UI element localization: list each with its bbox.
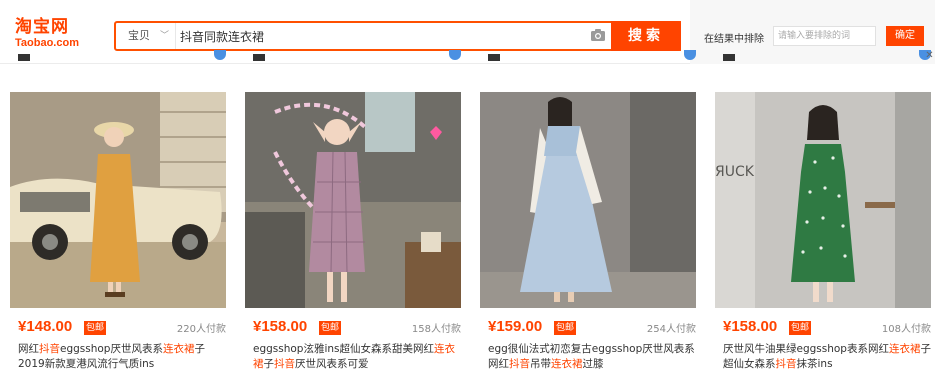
product-image[interactable] (10, 92, 226, 308)
exclude-confirm-button[interactable]: 确定 (886, 26, 924, 46)
title-text: 抹茶ins (796, 358, 833, 370)
sold-count: 108人付款 (881, 324, 931, 335)
product-card[interactable]: ¥148.00 包邮 220人付款 网红抖音eggsshop厌世风表系连衣裙子2… (10, 92, 226, 375)
product-title[interactable]: eggsshop泫雅ins超仙女森系甜美网红连衣裙子抖音厌世风表系可爱 (253, 342, 461, 372)
title-text: 网红 (18, 343, 39, 355)
logo-en: Taobao.com (15, 37, 79, 49)
title-text: 子 (263, 358, 275, 370)
product-title[interactable]: egg很仙法式初恋复古eggsshop厌世风表系网红抖音吊带连衣裙过膝 (488, 342, 696, 372)
close-icon[interactable]: ✕ (924, 50, 935, 61)
previous-row-strip (0, 50, 935, 64)
sold-count: 220人付款 (176, 324, 226, 335)
sold-count: 254人付款 (646, 324, 696, 335)
free-shipping-badge: 包邮 (84, 321, 107, 335)
title-highlight: 连衣 (434, 343, 456, 355)
product-card[interactable]: ЯUCK ¥158.00 包邮 108人付款 厌世风牛油果绿eggsshop表系… (715, 92, 931, 375)
prev-card-3 (480, 50, 696, 64)
title-text: eggsshop泫雅ins超仙女森系甜美网红 (253, 343, 435, 355)
title-text: 过膝 (582, 358, 604, 370)
search-input[interactable] (180, 25, 580, 47)
price: ¥159.00 (488, 318, 543, 335)
product-image[interactable] (245, 92, 461, 308)
exclude-label: 在结果中排除 (704, 34, 764, 45)
title-text: 厌世风表系可爱 (295, 358, 369, 370)
price-row: ¥158.00 包邮 158人付款 (253, 317, 461, 337)
product-image[interactable]: ЯUCK (715, 92, 931, 308)
price-row: ¥159.00 包邮 254人付款 (488, 317, 696, 337)
title-text: 厌世风牛油果绿eggsshop表系网红 (723, 343, 889, 355)
search-box: 宝贝 ﹀ (114, 21, 681, 51)
product-card[interactable]: ¥159.00 包邮 254人付款 egg很仙法式初恋复古eggsshop厌世风… (480, 92, 696, 375)
product-card[interactable]: ¥158.00 包邮 158人付款 eggsshop泫雅ins超仙女森系甜美网红… (245, 92, 461, 375)
search-category-label: 宝贝 (128, 29, 150, 42)
svg-text:ЯUCK: ЯUCK (715, 164, 755, 180)
title-highlight: 连衣裙 (551, 358, 583, 370)
title-highlight: 抖音 (509, 358, 530, 370)
product-title[interactable]: 厌世风牛油果绿eggsshop表系网红连衣裙子超仙女森系抖音抹茶ins (723, 342, 931, 372)
price-row: ¥158.00 包邮 108人付款 (723, 317, 931, 337)
price: ¥158.00 (253, 318, 308, 335)
product-image[interactable] (480, 92, 696, 308)
free-shipping-badge: 包邮 (789, 321, 812, 335)
title-text: eggsshop厌世风表系 (60, 343, 163, 355)
prev-card-1 (10, 50, 226, 64)
price: ¥158.00 (723, 318, 778, 335)
title-highlight: 抖音 (775, 358, 797, 370)
product-title[interactable]: 网红抖音eggsshop厌世风表系连衣裙子2019新款夏港风流行气质ins (18, 342, 226, 372)
price: ¥148.00 (18, 318, 73, 335)
camera-icon[interactable] (590, 28, 606, 42)
price-row: ¥148.00 包邮 220人付款 (18, 317, 226, 337)
title-highlight: 抖音 (274, 358, 295, 370)
search-category-select[interactable]: 宝贝 ﹀ (116, 23, 176, 49)
sold-count: 158人付款 (411, 324, 461, 335)
prev-card-4 (715, 50, 931, 64)
free-shipping-badge: 包邮 (554, 321, 577, 335)
logo-cn: 淘宝网 (15, 17, 69, 37)
title-text: 吊带 (530, 358, 551, 370)
taobao-logo[interactable]: 淘宝网 Taobao.com (15, 18, 101, 52)
search-button[interactable]: 搜索 (611, 21, 681, 51)
free-shipping-badge: 包邮 (319, 321, 342, 335)
title-highlight: 裙 (253, 358, 264, 370)
exclude-input[interactable]: 请输入要排除的词 (773, 26, 876, 46)
title-highlight: 连衣裙 (888, 343, 921, 355)
title-highlight: 连衣裙 (162, 343, 195, 355)
title-highlight: 抖音 (39, 343, 60, 355)
prev-card-2 (245, 50, 461, 64)
chevron-down-icon: ﹀ (160, 31, 170, 41)
